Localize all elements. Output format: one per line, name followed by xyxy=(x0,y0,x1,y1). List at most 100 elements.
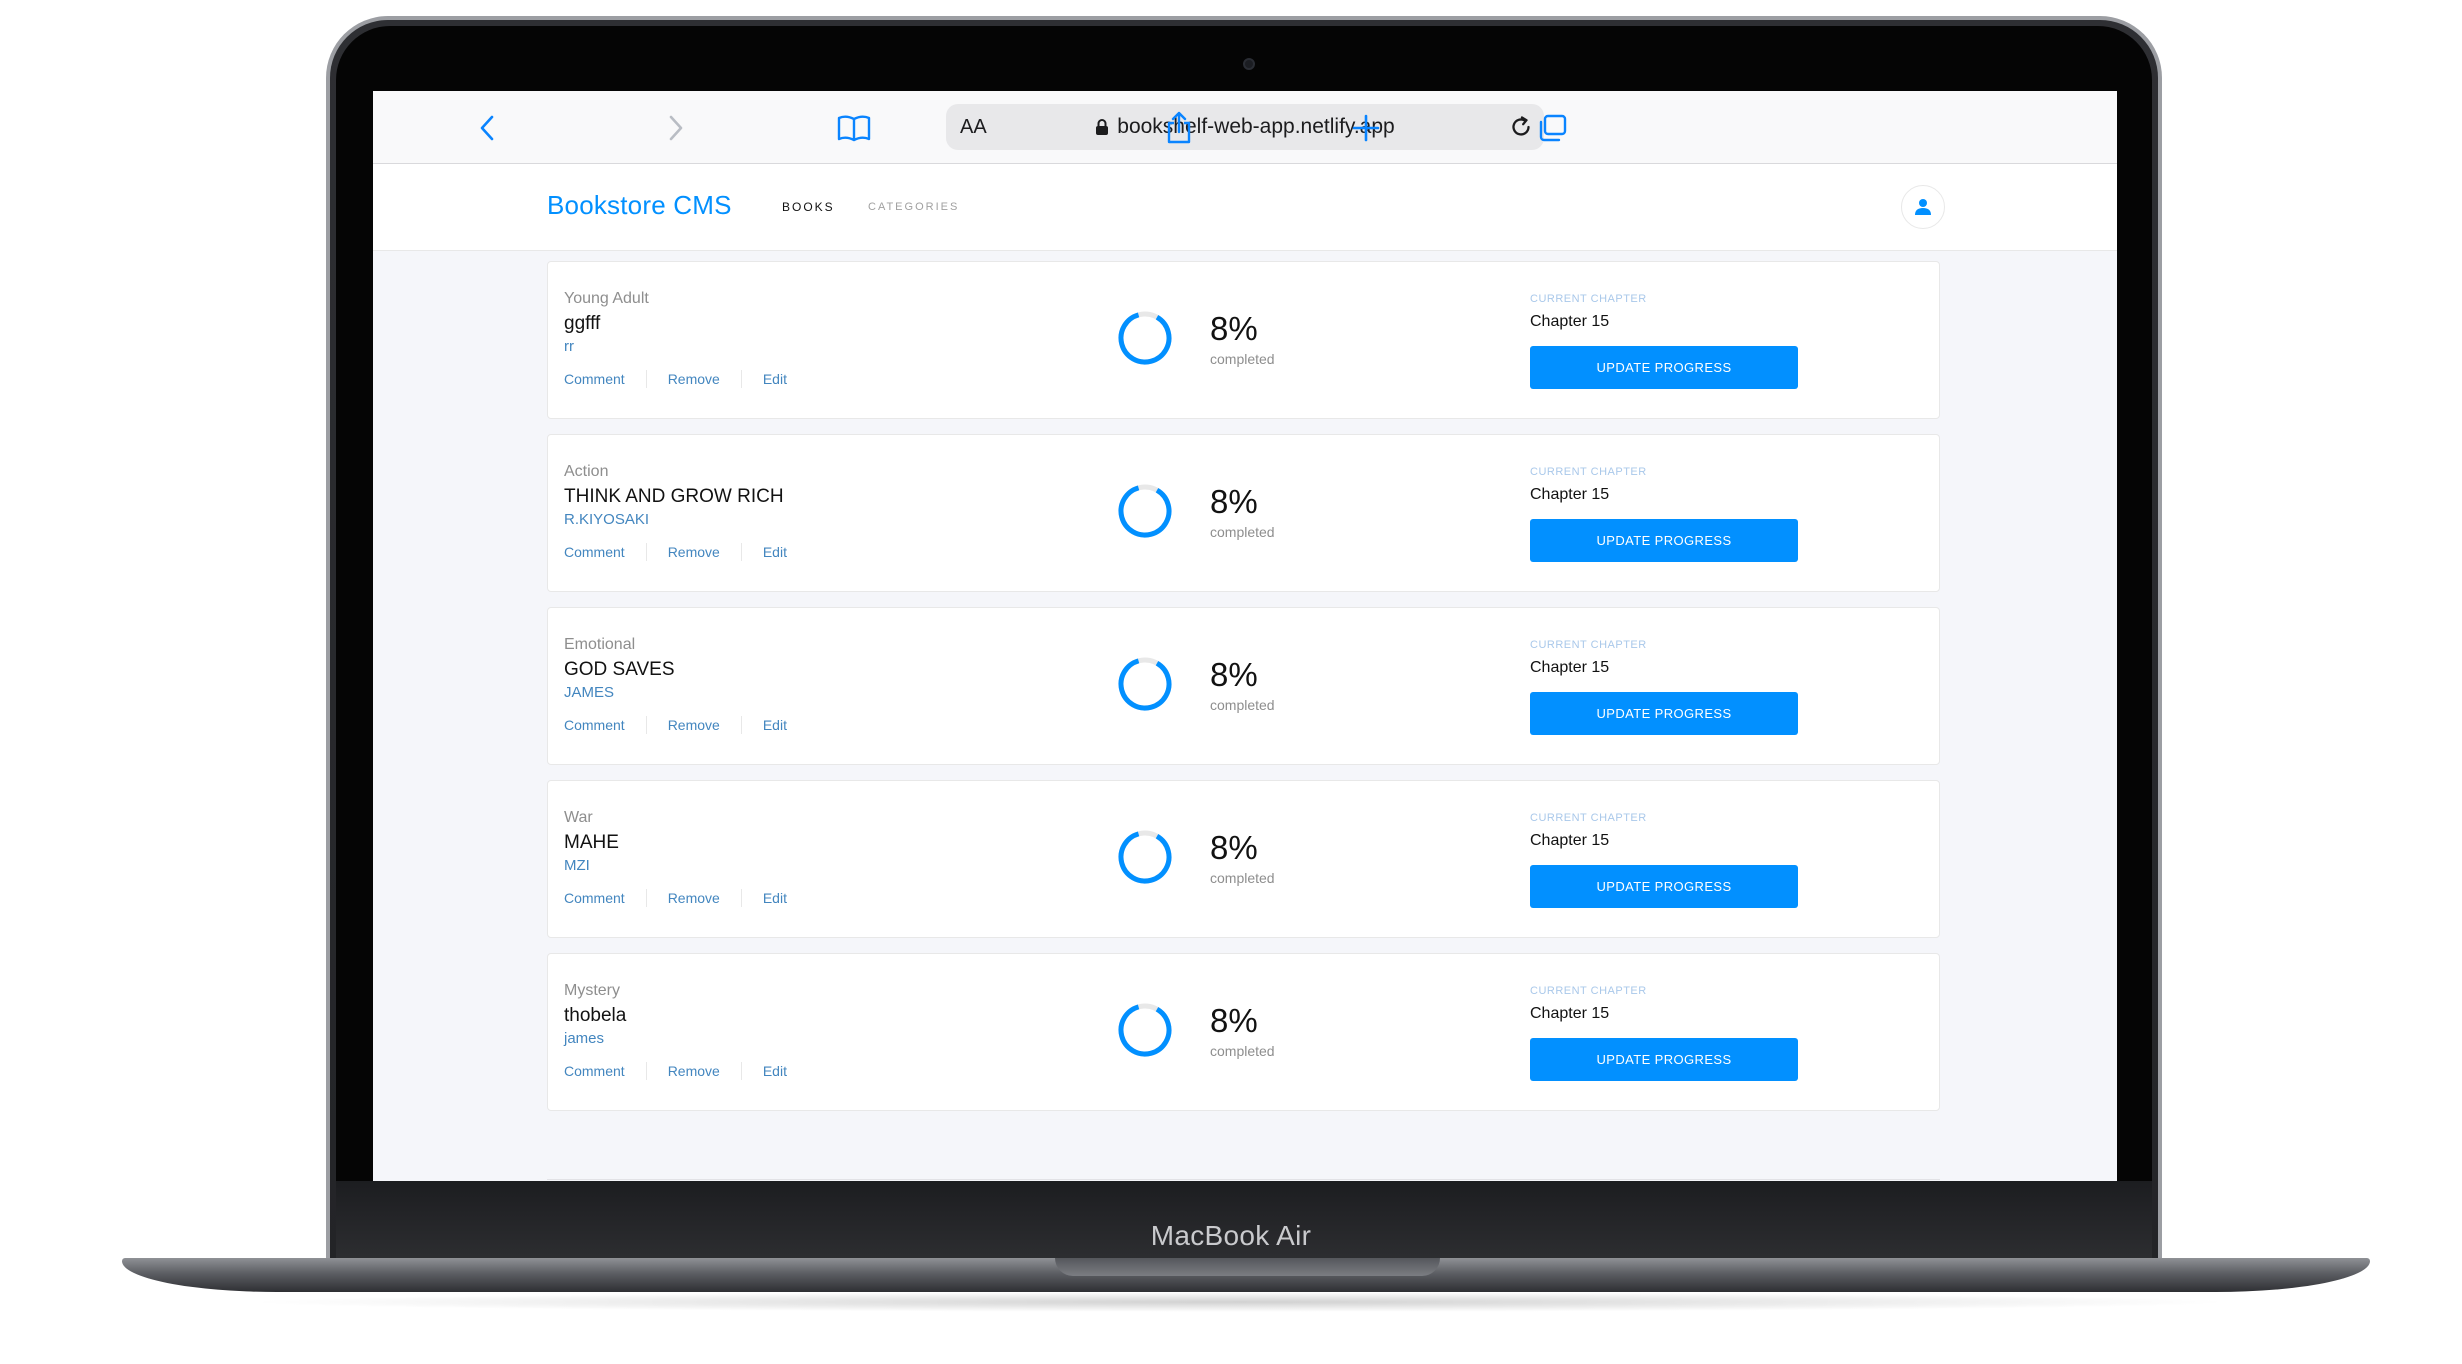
progress-completed-label: completed xyxy=(1210,351,1275,367)
book-card: Action THINK AND GROW RICH R.KIYOSAKI Co… xyxy=(547,434,1940,592)
update-progress-button[interactable]: UPDATE PROGRESS xyxy=(1530,692,1798,735)
progress-ring-arc xyxy=(1118,830,1172,884)
tabs-overview-icon[interactable] xyxy=(1529,105,1575,151)
progress-ring-arc xyxy=(1118,484,1172,538)
action-divider xyxy=(740,370,742,388)
action-divider xyxy=(740,716,742,734)
user-icon xyxy=(1915,199,1931,215)
progress-ring-arc xyxy=(1118,1003,1172,1057)
progress-ring xyxy=(1118,657,1172,711)
share-icon[interactable] xyxy=(1156,105,1202,151)
lock-icon xyxy=(1096,119,1109,135)
progress-percent: 8% xyxy=(1210,1002,1258,1039)
action-divider xyxy=(740,889,742,907)
progress-completed-label: completed xyxy=(1210,524,1275,540)
comment-button[interactable]: Comment xyxy=(564,544,625,560)
comment-button[interactable]: Comment xyxy=(564,1063,625,1079)
current-chapter-label: CURRENT CHAPTER xyxy=(1530,466,1647,478)
device-label: MacBook Air xyxy=(1150,1220,1312,1251)
book-actions: Comment Remove Edit xyxy=(564,1062,787,1080)
book-card: Young Adult ggfff rr Comment Remove Edit… xyxy=(547,261,1940,419)
address-bar[interactable]: AA bookshelf-web-app.netlify.app xyxy=(946,104,1544,150)
progress-completed-label: completed xyxy=(1210,1043,1275,1059)
progress-ring xyxy=(1118,311,1172,365)
book-title: THINK AND GROW RICH xyxy=(564,486,784,507)
brand-logo[interactable]: Bookstore CMS xyxy=(547,190,732,221)
edit-button[interactable]: Edit xyxy=(763,544,787,560)
progress-ring-arc xyxy=(1118,657,1172,711)
book-author[interactable]: james xyxy=(564,1030,604,1047)
camera-icon xyxy=(1243,58,1255,70)
book-author[interactable]: R.KIYOSAKI xyxy=(564,511,649,528)
progress-percent: 8% xyxy=(1210,310,1258,347)
book-actions: Comment Remove Edit xyxy=(564,889,787,907)
comment-button[interactable]: Comment xyxy=(564,890,625,906)
edit-button[interactable]: Edit xyxy=(763,890,787,906)
book-author[interactable]: JAMES xyxy=(564,684,614,701)
book-author[interactable]: MZI xyxy=(564,857,590,874)
book-card: War MAHE MZI Comment Remove Edit 8% comp… xyxy=(547,780,1940,938)
forward-icon[interactable] xyxy=(652,105,698,151)
remove-button[interactable]: Remove xyxy=(668,371,720,387)
action-divider xyxy=(645,370,647,388)
update-progress-button[interactable]: UPDATE PROGRESS xyxy=(1530,346,1798,389)
book-actions: Comment Remove Edit xyxy=(564,543,787,561)
progress-percent: 8% xyxy=(1210,483,1258,520)
book-title: MAHE xyxy=(564,832,619,853)
action-divider xyxy=(645,1062,647,1080)
book-title: thobela xyxy=(564,1005,627,1026)
comment-button[interactable]: Comment xyxy=(564,717,625,733)
laptop-shadow xyxy=(240,1292,2240,1312)
book-title: ggfff xyxy=(564,313,601,334)
back-icon[interactable] xyxy=(465,105,511,151)
remove-button[interactable]: Remove xyxy=(668,717,720,733)
nav-categories[interactable]: CATEGORIES xyxy=(868,201,959,213)
current-chapter: Chapter 15 xyxy=(1530,486,1610,503)
progress-ring xyxy=(1118,1003,1172,1057)
progress-percent: 8% xyxy=(1210,829,1258,866)
edit-button[interactable]: Edit xyxy=(763,1063,787,1079)
current-chapter-label: CURRENT CHAPTER xyxy=(1530,985,1647,997)
book-card: Mystery thobela james Comment Remove Edi… xyxy=(547,953,1940,1111)
book-genre: Action xyxy=(564,463,609,480)
book-title: GOD SAVES xyxy=(564,659,675,680)
progress-completed-label: completed xyxy=(1210,697,1275,713)
edit-button[interactable]: Edit xyxy=(763,717,787,733)
book-author[interactable]: rr xyxy=(564,338,574,355)
book-actions: Comment Remove Edit xyxy=(564,716,787,734)
book-genre: Young Adult xyxy=(564,290,649,307)
app-header: Bookstore CMS BOOKS CATEGORIES xyxy=(373,164,2117,251)
browser-toolbar: AA bookshelf-web-app.netlify.app xyxy=(373,91,2117,164)
remove-button[interactable]: Remove xyxy=(668,544,720,560)
remove-button[interactable]: Remove xyxy=(668,1063,720,1079)
update-progress-button[interactable]: UPDATE PROGRESS xyxy=(1530,519,1798,562)
update-progress-button[interactable]: UPDATE PROGRESS xyxy=(1530,1038,1798,1081)
action-divider xyxy=(645,889,647,907)
action-divider xyxy=(645,543,647,561)
current-chapter: Chapter 15 xyxy=(1530,659,1610,676)
remove-button[interactable]: Remove xyxy=(668,890,720,906)
current-chapter-label: CURRENT CHAPTER xyxy=(1530,639,1647,651)
current-chapter: Chapter 15 xyxy=(1530,832,1610,849)
bookmarks-icon[interactable] xyxy=(831,105,877,151)
progress-completed-label: completed xyxy=(1210,870,1275,886)
book-genre: War xyxy=(564,809,593,826)
current-chapter: Chapter 15 xyxy=(1530,1005,1610,1022)
list-divider xyxy=(547,1179,1940,1180)
action-divider xyxy=(645,716,647,734)
book-list: Young Adult ggfff rr Comment Remove Edit… xyxy=(547,261,1940,1126)
progress-ring xyxy=(1118,484,1172,538)
user-avatar-button[interactable] xyxy=(1901,185,1945,229)
book-genre: Mystery xyxy=(564,982,620,999)
nav-books[interactable]: BOOKS xyxy=(782,200,835,214)
progress-ring-arc xyxy=(1118,311,1172,365)
current-chapter: Chapter 15 xyxy=(1530,313,1610,330)
comment-button[interactable]: Comment xyxy=(564,371,625,387)
laptop-base-notch xyxy=(1055,1258,1440,1276)
new-tab-icon[interactable] xyxy=(1343,105,1389,151)
edit-button[interactable]: Edit xyxy=(763,371,787,387)
action-divider xyxy=(740,1062,742,1080)
progress-percent: 8% xyxy=(1210,656,1258,693)
current-chapter-label: CURRENT CHAPTER xyxy=(1530,812,1647,824)
update-progress-button[interactable]: UPDATE PROGRESS xyxy=(1530,865,1798,908)
